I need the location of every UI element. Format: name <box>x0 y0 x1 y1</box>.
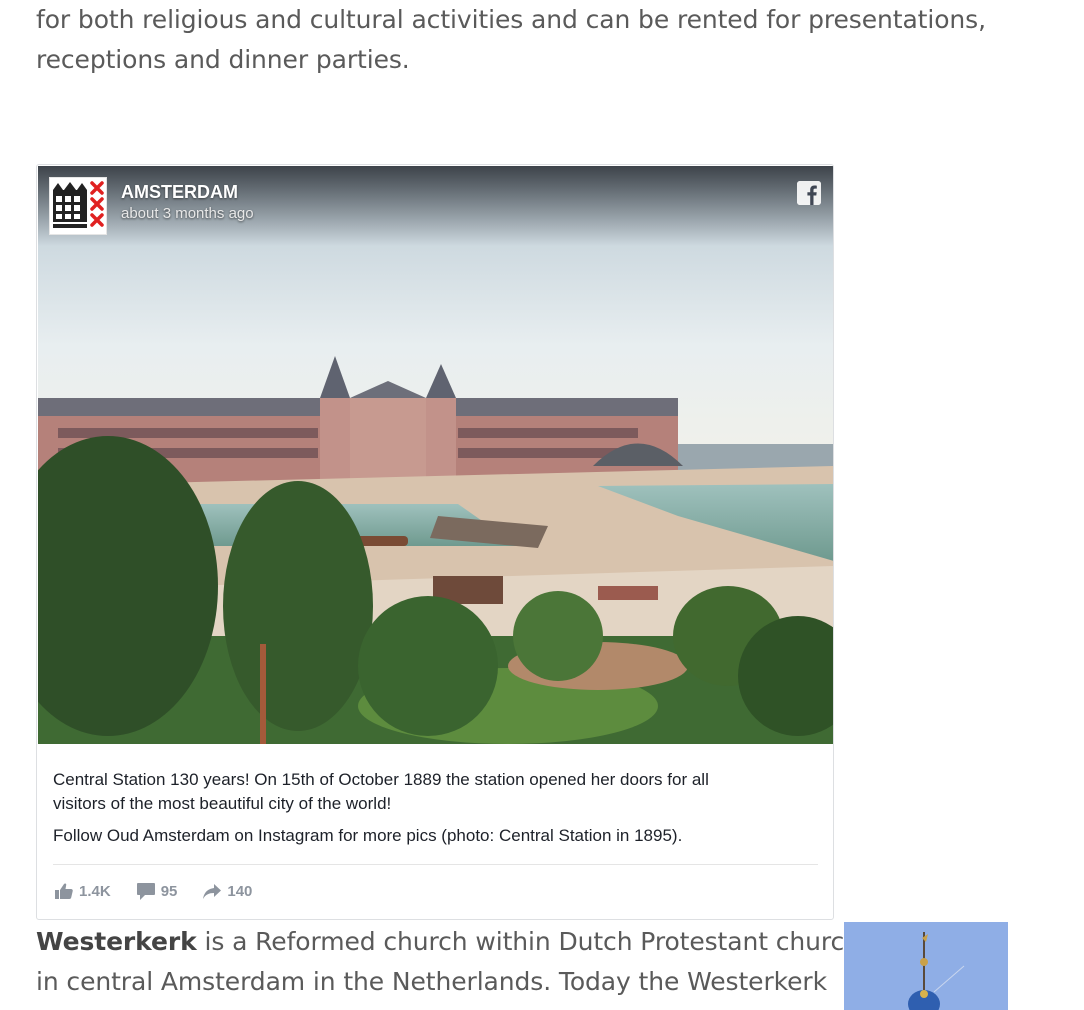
intro-line-2: receptions and dinner parties. <box>36 45 410 74</box>
westerkerk-line-2: in central Amsterdam in the Netherlands.… <box>36 967 827 996</box>
facebook-embed-card[interactable]: AMSTERDAM about 3 months ago Central Sta… <box>36 164 834 920</box>
caption-line-2: visitors of the most beautiful city of t… <box>53 794 392 813</box>
shares-count: 140 <box>227 882 253 900</box>
central-station-photo <box>38 166 833 744</box>
caption-paragraph-2: Follow Oud Amsterdam on Instagram for mo… <box>53 826 683 845</box>
comments-stat[interactable]: 95 <box>136 882 178 900</box>
post-photo[interactable]: AMSTERDAM about 3 months ago <box>38 166 833 744</box>
post-timestamp[interactable]: about 3 months ago <box>121 205 254 222</box>
intro-line-1: for both religious and cultural activiti… <box>36 5 986 34</box>
amsterdam-crest-icon <box>53 181 104 228</box>
share-arrow-icon <box>203 883 222 899</box>
post-stats-bar: 1.4K 95 140 <box>55 879 278 903</box>
caption-paragraph-1: Central Station 130 years! On 15th of Oc… <box>53 768 813 816</box>
westerkerk-line-1-text: is a Reformed church within Dutch Protes… <box>196 927 860 956</box>
shares-stat[interactable]: 140 <box>203 883 252 900</box>
likes-count: 1.4K <box>79 882 111 900</box>
tower-photo <box>844 922 1008 1010</box>
post-caption: Central Station 130 years! On 15th of Oc… <box>53 768 813 856</box>
caption-line-1: Central Station 130 years! On 15th of Oc… <box>53 770 709 789</box>
westerkerk-line-1: Westerkerk is a Reformed church within D… <box>36 922 860 962</box>
intro-paragraph: for both religious and cultural activiti… <box>36 0 986 80</box>
westerkerk-paragraph: Westerkerk is a Reformed church within D… <box>36 922 860 1002</box>
comments-count: 95 <box>160 882 178 900</box>
thumbs-up-icon <box>55 883 73 899</box>
comment-bubble-icon <box>136 882 155 900</box>
westerkerk-tower-image[interactable] <box>844 922 1008 1010</box>
divider <box>53 864 818 865</box>
amsterdam-crest-avatar[interactable] <box>49 177 107 235</box>
facebook-icon[interactable] <box>797 181 821 205</box>
westerkerk-term: Westerkerk <box>36 927 197 956</box>
likes-stat[interactable]: 1.4K <box>55 883 111 900</box>
page-name[interactable]: AMSTERDAM <box>121 182 238 203</box>
